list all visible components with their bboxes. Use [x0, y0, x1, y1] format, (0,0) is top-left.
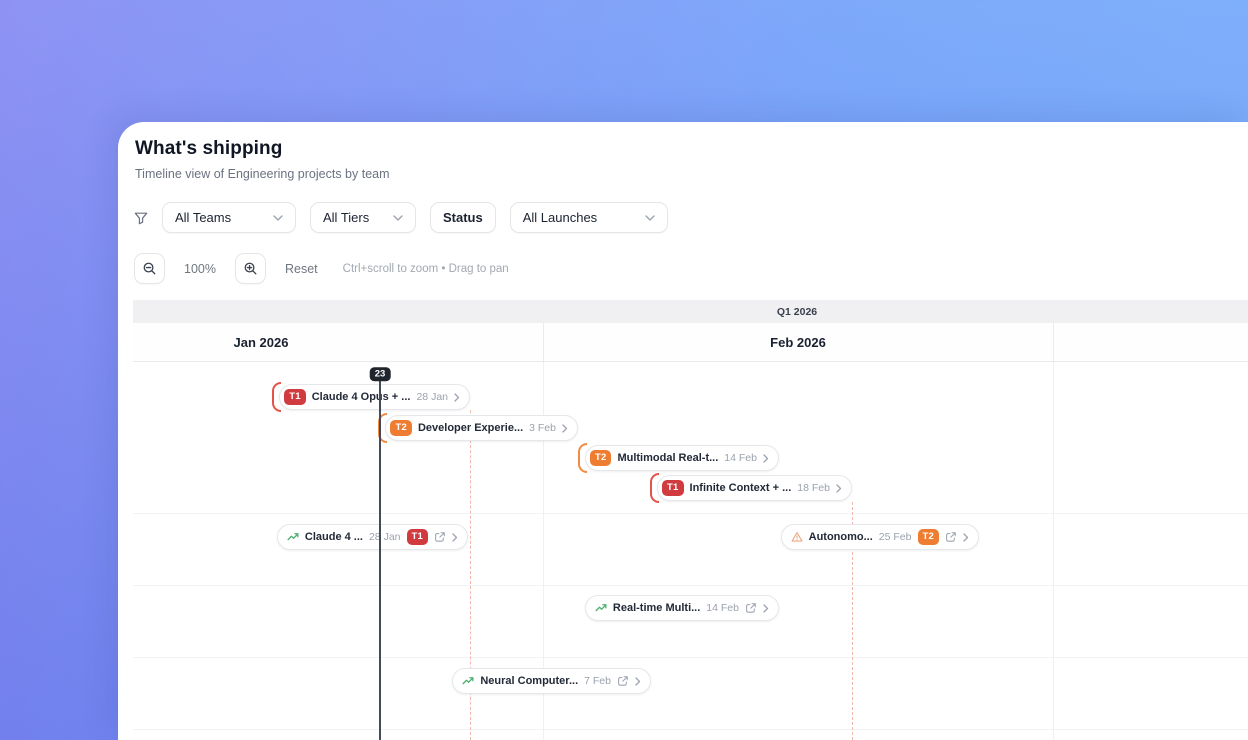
- timeline-canvas[interactable]: Q1 2026 Jan 2026 Feb 2026 T1 Claude 4 Op…: [133, 300, 1248, 740]
- row-separator: [133, 729, 1248, 730]
- chevron-down-icon: [393, 214, 403, 221]
- page-subtitle: Timeline view of Engineering projects by…: [135, 167, 390, 181]
- reset-zoom-button[interactable]: Reset: [285, 262, 318, 276]
- timeline-bar-multimodal-realtime[interactable]: T2 Multimodal Real-t... 14 Feb: [577, 443, 779, 473]
- chevron-down-icon: [645, 214, 655, 221]
- tiers-filter-value: All Tiers: [323, 210, 370, 225]
- month-label-feb: Feb 2026: [770, 335, 826, 350]
- zoom-out-icon: [143, 262, 156, 275]
- zoom-hint-text: Ctrl+scroll to zoom • Drag to pan: [342, 262, 509, 275]
- item-date: 28 Jan: [368, 531, 401, 543]
- launch-pill-autonomous[interactable]: Autonomo... 25 Feb T2: [780, 524, 979, 550]
- tier-badge: T2: [917, 529, 939, 545]
- quarter-label: Q1 2026: [776, 306, 818, 318]
- chevron-right-icon: [836, 483, 842, 493]
- zoom-in-button[interactable]: [234, 253, 266, 284]
- trending-up-icon: [287, 533, 299, 541]
- bar-start-bracket: [650, 473, 660, 503]
- zoom-in-icon: [244, 262, 257, 275]
- chevron-right-icon: [562, 423, 568, 433]
- month-divider: [1053, 323, 1054, 361]
- item-date: 25 Feb: [878, 531, 912, 543]
- item-date: 7 Feb: [584, 675, 611, 687]
- month-header-row: Jan 2026 Feb 2026: [133, 323, 1248, 362]
- timeline-bar-developer-experience[interactable]: T2 Developer Experie... 3 Feb: [378, 413, 578, 443]
- chevron-right-icon: [763, 453, 769, 463]
- item-title: Multimodal Real-t...: [617, 452, 719, 464]
- external-link-icon: [435, 532, 445, 542]
- external-link-icon: [618, 676, 628, 686]
- launches-filter-value: All Launches: [522, 210, 598, 225]
- row-separator: [133, 585, 1248, 586]
- filters-row: All Teams All Tiers Status All Launches: [134, 202, 668, 233]
- chevron-right-icon: [763, 603, 769, 613]
- tier-badge: T1: [284, 389, 306, 405]
- month-gridline: [1053, 362, 1054, 740]
- status-filter-button[interactable]: Status: [430, 202, 496, 233]
- item-title: Infinite Context + ...: [689, 482, 792, 494]
- chevron-right-icon: [635, 676, 641, 686]
- chevron-right-icon: [963, 532, 969, 542]
- whats-shipping-card: What's shipping Timeline view of Enginee…: [118, 122, 1248, 740]
- tier-badge: T1: [406, 529, 428, 545]
- item-title: Autonomo...: [808, 531, 873, 543]
- timeline-bar-claude-4-opus[interactable]: T1 Claude 4 Opus + ... 28 Jan: [272, 382, 470, 412]
- item-date: 18 Feb: [797, 482, 830, 494]
- tier-badge: T2: [589, 450, 612, 466]
- tier-badge: T2: [390, 420, 412, 436]
- page-title: What's shipping: [135, 138, 283, 159]
- chevron-right-icon: [452, 532, 458, 542]
- warning-icon: [791, 532, 803, 542]
- item-title: Claude 4 Opus + ...: [311, 391, 411, 403]
- row-separator: [133, 513, 1248, 514]
- month-divider: [543, 323, 544, 361]
- today-marker-line: [379, 376, 381, 740]
- item-title: Claude 4 ...: [304, 531, 363, 543]
- teams-filter-value: All Teams: [175, 210, 232, 225]
- launch-pill-claude-4[interactable]: Claude 4 ... 28 Jan T1: [276, 524, 468, 550]
- timeline-rows: T1 Claude 4 Opus + ... 28 Jan T2 Develop…: [133, 362, 1248, 740]
- zoom-out-button[interactable]: [134, 253, 165, 284]
- trending-up-icon: [595, 604, 607, 612]
- launch-pill-realtime-multi[interactable]: Real-time Multi... 14 Feb: [584, 595, 779, 621]
- tier-badge: T1: [662, 480, 684, 496]
- item-title: Neural Computer...: [480, 675, 579, 687]
- tiers-filter-select[interactable]: All Tiers: [310, 202, 416, 233]
- launch-pill-neural-computer[interactable]: Neural Computer... 7 Feb: [452, 668, 651, 694]
- background-gradient: What's shipping Timeline view of Enginee…: [0, 0, 1248, 740]
- month-label-jan: Jan 2026: [233, 335, 289, 350]
- item-title: Developer Experie...: [417, 422, 524, 434]
- zoom-toolbar: 100% Reset Ctrl+scroll to zoom • Drag to…: [134, 253, 509, 284]
- chevron-right-icon: [454, 392, 460, 402]
- item-date: 3 Feb: [529, 422, 556, 434]
- item-date: 14 Feb: [706, 602, 739, 614]
- item-date: 28 Jan: [416, 391, 448, 403]
- trending-up-icon: [462, 677, 474, 685]
- item-title: Real-time Multi...: [612, 602, 701, 614]
- filter-funnel-icon: [134, 212, 148, 224]
- bar-start-bracket: [272, 382, 282, 412]
- teams-filter-select[interactable]: All Teams: [162, 202, 296, 233]
- timeline-bar-infinite-context[interactable]: T1 Infinite Context + ... 18 Feb: [650, 473, 852, 503]
- row-separator: [133, 657, 1248, 658]
- bar-start-bracket: [577, 443, 587, 473]
- today-marker-badge: 23: [369, 367, 391, 381]
- launches-filter-select[interactable]: All Launches: [509, 202, 668, 233]
- quarter-header-band: Q1 2026: [133, 300, 1248, 323]
- external-link-icon: [746, 603, 756, 613]
- external-link-icon: [946, 532, 956, 542]
- item-date: 14 Feb: [724, 452, 757, 464]
- chevron-down-icon: [273, 214, 283, 221]
- zoom-level-value: 100%: [184, 261, 216, 276]
